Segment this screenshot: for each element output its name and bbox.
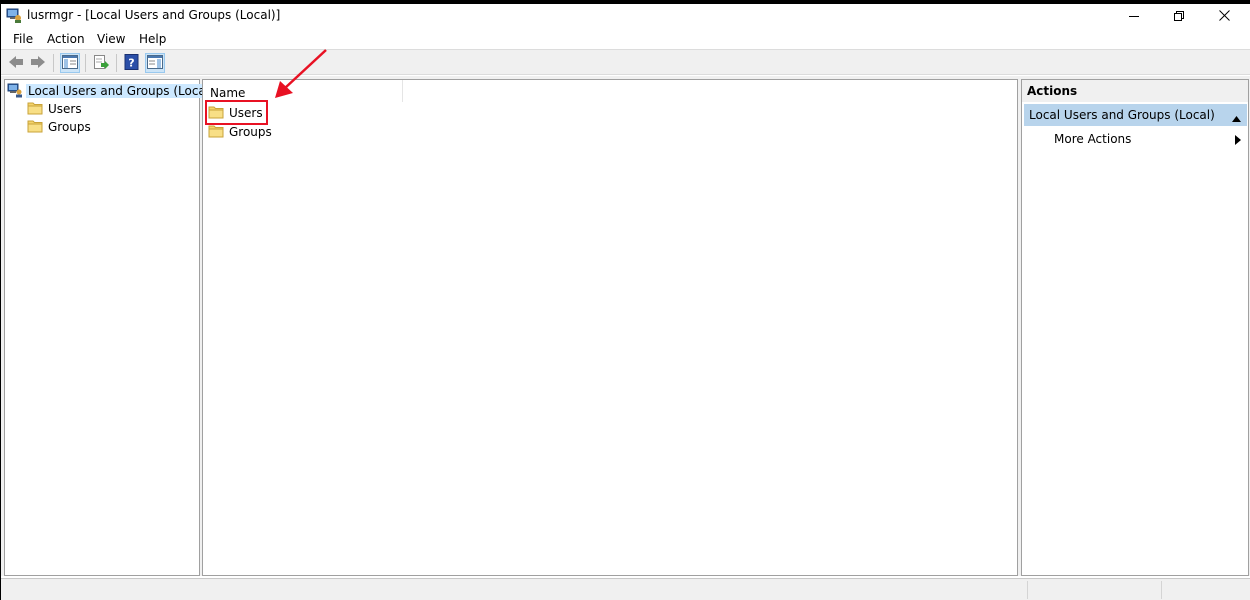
work-area: Local Users and Groups (Local) Users Gro… <box>1 76 1250 576</box>
folder-icon <box>27 119 43 136</box>
submenu-arrow-icon <box>1235 134 1241 148</box>
window-title: lusrmgr - [Local Users and Groups (Local… <box>27 8 281 22</box>
minimize-button[interactable] <box>1111 4 1157 29</box>
actions-section-label: Local Users and Groups (Local) <box>1029 108 1215 122</box>
computer-management-icon <box>6 7 22 23</box>
lusrmgr-window: lusrmgr - [Local Users and Groups (Local… <box>1 4 1250 600</box>
toolbar-separator <box>85 54 86 72</box>
folder-icon <box>208 124 224 141</box>
actions-section-header[interactable]: Local Users and Groups (Local) <box>1024 104 1247 126</box>
status-segment <box>1161 581 1162 599</box>
computer-users-icon <box>7 82 23 101</box>
svg-text:?: ? <box>128 56 134 69</box>
menu-action[interactable]: Action <box>47 32 85 46</box>
action-pane-icon <box>147 54 163 72</box>
actions-header: Actions <box>1022 80 1248 102</box>
toolbar-separator <box>116 54 117 72</box>
column-header-label: Name <box>210 86 246 100</box>
tree-item-users[interactable]: Users <box>27 100 82 118</box>
toolbar-separator <box>53 54 54 72</box>
status-bar <box>1 578 1250 600</box>
menu-help[interactable]: Help <box>139 32 166 46</box>
title-bar[interactable]: lusrmgr - [Local Users and Groups (Local… <box>1 4 1250 29</box>
folder-icon <box>27 101 43 118</box>
tree-item-label: Local Users and Groups (Local) <box>26 84 217 98</box>
forward-button[interactable] <box>28 53 48 73</box>
toolbar: ? <box>1 49 1250 75</box>
close-icon <box>1218 9 1230 24</box>
help-button[interactable]: ? <box>122 53 142 73</box>
menu-view[interactable]: View <box>97 32 125 46</box>
restore-icon <box>1174 10 1184 24</box>
menu-file[interactable]: File <box>13 32 33 46</box>
tree-item-groups[interactable]: Groups <box>27 118 91 136</box>
export-list-button[interactable] <box>91 53 111 73</box>
more-actions-label: More Actions <box>1054 132 1132 146</box>
minimize-icon <box>1129 10 1139 24</box>
result-list-pane[interactable]: Name Users Groups <box>202 79 1018 576</box>
forward-arrow-icon <box>30 55 46 72</box>
collapse-up-icon <box>1232 111 1241 125</box>
tree-item-root[interactable]: Local Users and Groups (Local) <box>7 82 217 100</box>
show-hide-action-pane-button[interactable] <box>145 53 165 73</box>
close-button[interactable] <box>1201 4 1247 29</box>
tree-item-label: Users <box>48 102 82 116</box>
list-item-label: Groups <box>229 125 272 139</box>
annotation-arrow-icon <box>275 49 327 98</box>
actions-pane: Actions Local Users and Groups (Local) M… <box>1021 79 1249 576</box>
back-button[interactable] <box>6 53 26 73</box>
tree-item-label: Groups <box>48 120 91 134</box>
back-arrow-icon <box>8 55 24 72</box>
menu-bar: File Action View Help <box>1 29 1250 49</box>
restore-button[interactable] <box>1156 4 1202 29</box>
help-icon: ? <box>124 53 140 73</box>
show-hide-console-tree-button[interactable] <box>60 53 80 73</box>
more-actions-item[interactable]: More Actions <box>1024 128 1247 150</box>
list-item-groups[interactable]: Groups <box>208 123 272 141</box>
console-tree-pane[interactable]: Local Users and Groups (Local) Users Gro… <box>4 79 217 576</box>
status-segment <box>1027 581 1028 599</box>
export-list-icon <box>93 54 109 73</box>
annotation-highlight-box <box>205 100 268 125</box>
console-tree-icon <box>62 54 78 72</box>
